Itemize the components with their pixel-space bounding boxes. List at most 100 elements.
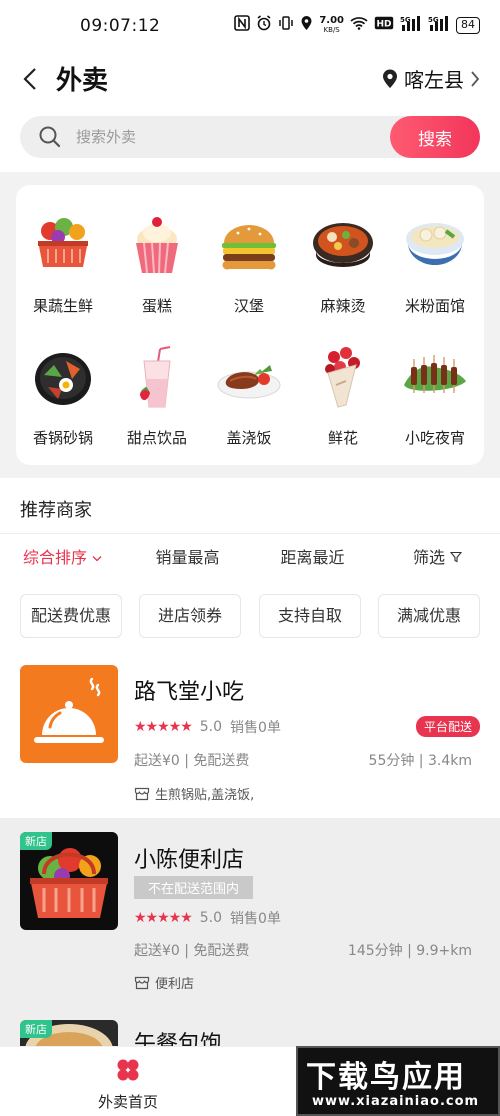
category-item[interactable]: 盖浇饭 [204,345,294,448]
store-tags: 生煎锅贴,盖浇饭, [134,784,254,803]
rating-score: 5.0 [199,910,223,926]
network-speed: 7.00 KB/S [319,14,344,35]
sort-comprehensive[interactable]: 综合排序 [0,534,125,584]
category-item[interactable]: 蛋糕 [112,213,202,316]
watermark-main-text: 下载鸟应用 [306,1060,466,1095]
category-label: 蛋糕 [141,297,172,315]
hotpot-bowl-icon [313,223,373,267]
alarm-icon [256,15,272,35]
category-item[interactable]: 鲜花 [298,345,388,448]
location-selector[interactable]: 喀左县 [382,64,480,93]
filter-icon [449,551,463,563]
search-icon [39,126,61,148]
network-speed-unit: KB/S [323,25,340,34]
hd-icon: HD [374,16,394,34]
sort-bar: 综合排序 销量最高 距离最近 筛选 [0,534,500,584]
new-store-tag: 新店 [20,1020,52,1038]
location-name: 喀左县 [404,68,464,92]
sort-filter[interactable]: 筛选 [375,534,500,584]
chip-full-reduction[interactable]: 满减优惠 [378,594,480,638]
sales-count: 销售0单 [230,720,281,736]
watermark-url: www.xiazainiao.com [312,1094,480,1109]
claypot-icon [35,353,91,405]
chevron-left-icon [23,68,36,90]
shop-icon [134,787,150,800]
cupcake-icon [136,217,178,274]
recommended-section-header: 推荐商家 [0,478,500,534]
store-card[interactable]: 新店 小陈便利店 不在配送范围内 ★★★★★ 5.0 销售0单 起送¥0 | 免… [0,818,500,1018]
skewer-icon [404,355,466,393]
chip-delivery-discount[interactable]: 配送费优惠 [20,594,122,638]
store-thumbnail: 新店 [20,1020,118,1046]
search-bar: 搜索 [0,102,500,172]
status-bar: 09:07:12 7.00 KB/S HD 5G 5G 84 [0,0,500,56]
category-label: 鲜花 [327,429,358,447]
chevron-down-icon [92,556,102,562]
nav-takeout-home[interactable]: 外卖首页 [88,1057,168,1112]
shop-icon [134,976,150,989]
star-rating-icon: ★★★★★ [134,719,193,735]
platform-delivery-badge: 平台配送 [415,716,480,737]
category-item[interactable]: 米粉面馆 [390,213,480,316]
status-time: 09:07:12 [80,16,161,36]
delivery-fee: 起送¥0 | 免配送费 [134,943,250,959]
category-item[interactable]: 香锅砂锅 [18,345,108,448]
store-category-tags: 生煎锅贴,盖浇饭, [155,788,255,803]
category-label: 麻辣烫 [320,297,366,315]
category-item[interactable]: 小吃夜宵 [390,345,480,448]
store-card[interactable]: 路飞堂小吃 ★★★★★ 5.0 销售0单 平台配送 起送¥0 | 免配送费 55… [0,650,500,818]
category-label: 米粉面馆 [404,297,465,315]
chip-store-coupon[interactable]: 进店领券 [139,594,241,638]
filter-label: 筛选 [412,548,445,567]
store-name: 路飞堂小吃 [134,680,245,705]
star-rating-icon: ★★★★★ [134,910,193,926]
store-name: 小陈便利店 [134,848,245,873]
category-item[interactable]: 甜点饮品 [112,345,202,448]
category-label: 香锅砂锅 [32,429,93,447]
delivery-time-distance: 55分钟 | 3.4km [368,753,472,769]
store-rating: ★★★★★ 5.0 销售0单 [134,717,281,737]
rating-score: 5.0 [199,719,223,735]
store-thumbnail [20,665,118,763]
out-of-range-badge: 不在配送范围内 [134,876,254,899]
category-label: 果蔬生鲜 [32,297,93,315]
watermark-logo: 下载鸟应用 www.xiazainiao.com [296,1046,500,1116]
location-pin-icon [300,15,313,35]
signal-5g-icon: 5G [428,15,450,35]
delivery-fee: 起送¥0 | 免配送费 [134,753,250,769]
network-speed-value: 7.00 [319,14,344,26]
search-box: 搜索 [20,116,480,158]
wifi-icon [350,16,368,34]
chevron-right-icon [471,70,480,87]
fruit-basket-icon [38,218,88,267]
chip-self-pickup[interactable]: 支持自取 [259,594,361,638]
status-icons: 7.00 KB/S HD 5G 5G 84 [234,15,480,35]
category-label: 盖浇饭 [226,429,272,447]
section-title: 推荐商家 [20,500,92,521]
sort-sales[interactable]: 销量最高 [125,534,250,584]
new-store-tag: 新店 [20,832,52,850]
sort-distance[interactable]: 距离最近 [250,534,375,584]
search-input[interactable] [76,116,376,158]
clover-home-icon [117,1059,139,1081]
food-cloche-icon [34,677,104,743]
store-rating: ★★★★★ 5.0 销售0单 [134,908,281,928]
page-title: 外卖 [56,66,109,96]
search-button[interactable]: 搜索 [390,116,480,158]
category-item[interactable]: 果蔬生鲜 [18,213,108,316]
svg-text:HD: HD [376,20,391,30]
category-label: 汉堡 [233,297,264,315]
nav-label: 外卖首页 [97,1093,158,1111]
store-thumbnail: 新店 [20,832,118,930]
store-category-tags: 便利店 [155,977,195,992]
category-label: 小吃夜宵 [404,429,465,447]
burger-icon [222,225,276,270]
vibrate-icon [278,15,294,35]
back-button[interactable] [18,62,42,96]
category-label: 甜点饮品 [126,429,187,447]
store-tags: 便利店 [134,973,194,992]
category-item[interactable]: 汉堡 [204,213,294,316]
category-item[interactable]: 麻辣烫 [298,213,388,316]
store-card[interactable]: 新店 午餐包饱 [0,1018,500,1046]
category-grid: 果蔬生鲜 蛋糕 汉堡 麻辣烫 米粉面馆 香锅砂锅 甜点饮品 盖浇饭 鲜花 小吃夜… [16,185,484,465]
